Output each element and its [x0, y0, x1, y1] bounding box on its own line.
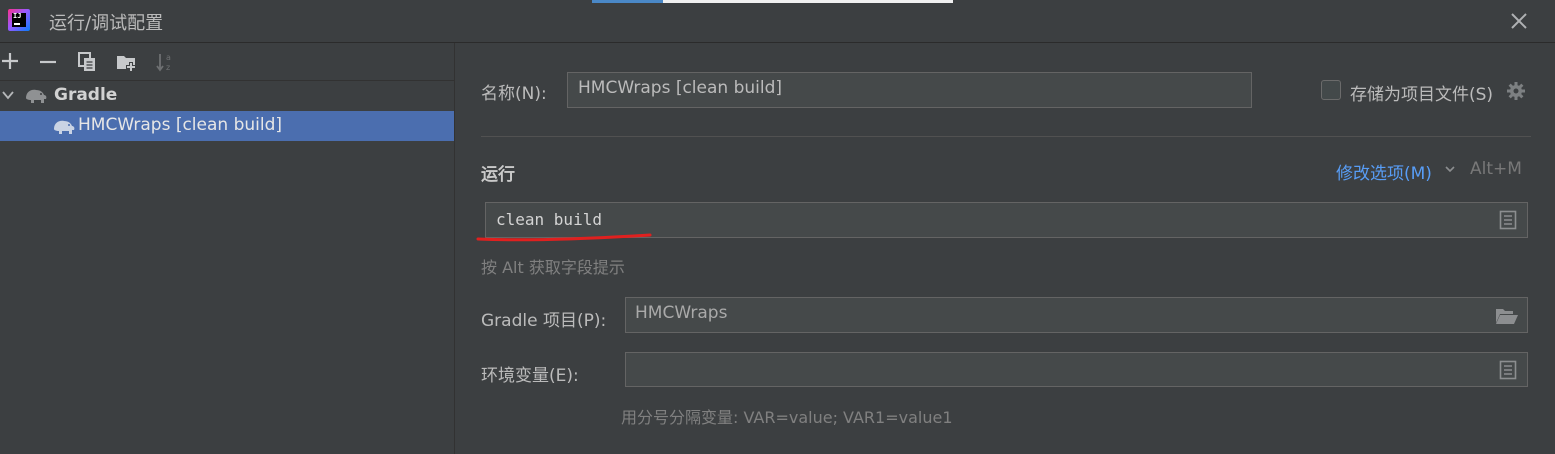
tree-group-gradle[interactable]: Gradle: [0, 81, 454, 111]
plus-icon[interactable]: [0, 51, 22, 73]
name-field-value: HMCWraps [clean build]: [578, 78, 783, 98]
tree-item-label: HMCWraps [clean build]: [78, 115, 283, 135]
folder-add-icon[interactable]: [116, 51, 138, 73]
separator: [481, 136, 1531, 137]
run-section-title: 运行: [481, 165, 515, 185]
tree-group-label: Gradle: [54, 85, 118, 105]
svg-text:a: a: [166, 53, 171, 62]
gradle-tasks-value: clean build: [496, 210, 602, 229]
chevron-down-icon[interactable]: [1444, 163, 1456, 175]
title-bar: [0, 0, 1555, 43]
tree-item-hmcwraps[interactable]: HMCWraps [clean build]: [0, 111, 454, 141]
env-label: 环境变量(E):: [481, 366, 579, 386]
svg-text:z: z: [166, 63, 170, 72]
store-as-project-checkbox[interactable]: [1321, 80, 1341, 100]
config-toolbar: az: [0, 43, 454, 81]
chevron-down-icon[interactable]: [2, 89, 14, 101]
close-icon[interactable]: [1506, 8, 1532, 34]
name-label: 名称(N):: [481, 84, 547, 104]
modify-options-shortcut: Alt+M: [1470, 159, 1522, 179]
gradle-elephant-icon: [54, 120, 75, 134]
copy-icon[interactable]: [77, 51, 99, 73]
env-variables-field[interactable]: [625, 352, 1528, 387]
expand-text-icon[interactable]: [1499, 360, 1517, 380]
minus-icon[interactable]: [37, 51, 59, 73]
intellij-app-icon: IJ: [8, 9, 30, 31]
gradle-project-field[interactable]: HMCWraps: [625, 297, 1528, 333]
background-window-strip: [663, 0, 953, 3]
window-title: 运行/调试配置: [49, 13, 164, 34]
gradle-project-label: Gradle 项目(P):: [481, 311, 607, 331]
folder-open-icon[interactable]: [1495, 307, 1519, 325]
name-field[interactable]: HMCWraps [clean build]: [567, 72, 1252, 108]
modify-options-link[interactable]: 修改选项(M): [1336, 159, 1432, 184]
gradle-project-value: HMCWraps: [635, 303, 728, 323]
store-as-project-label: 存储为项目文件(S): [1350, 85, 1494, 105]
gradle-elephant-icon: [26, 89, 47, 103]
red-annotation-underline: [476, 233, 652, 242]
sort-alpha-icon[interactable]: az: [155, 51, 177, 73]
env-hint: 用分号分隔变量: VAR=value; VAR1=value1: [621, 408, 953, 427]
tasks-hint: 按 Alt 获取字段提示: [481, 258, 625, 277]
background-tab-indicator: [592, 0, 663, 3]
gear-icon[interactable]: [1506, 81, 1526, 101]
expand-text-icon[interactable]: [1499, 210, 1517, 230]
